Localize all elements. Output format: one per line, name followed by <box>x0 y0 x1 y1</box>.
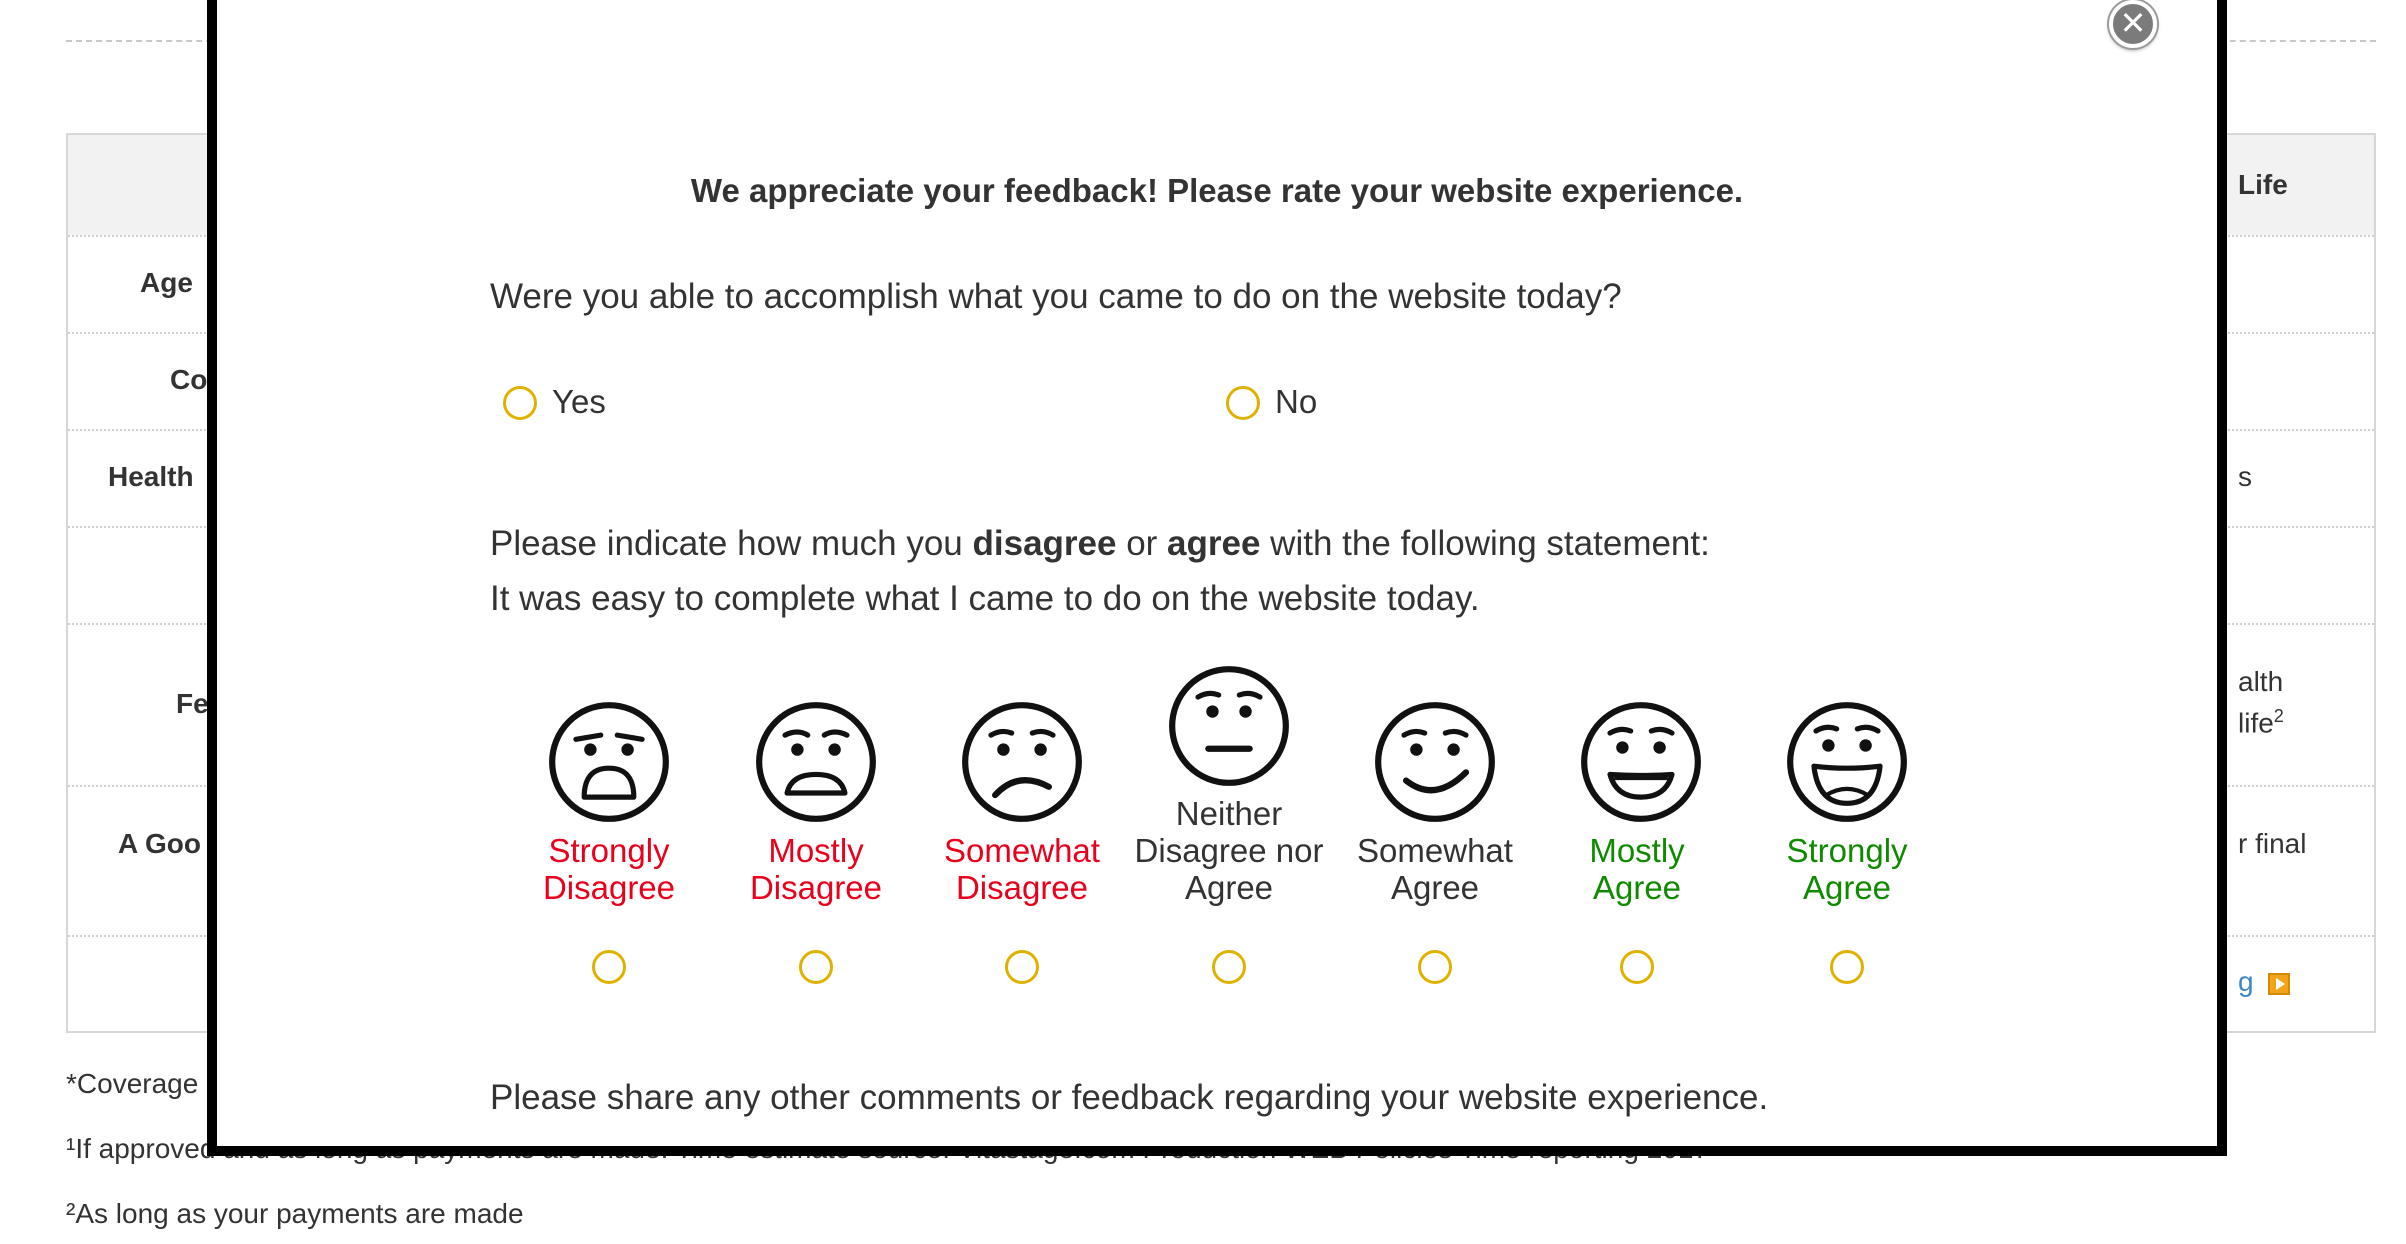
radio-mostly-agree[interactable] <box>1620 950 1654 984</box>
cell-text: s <box>2238 461 2252 492</box>
question-accomplish: Were you able to accomplish what you cam… <box>490 277 1622 316</box>
question-comments: Please share any other comments or feedb… <box>490 1078 1769 1117</box>
play-icon <box>2267 972 2290 995</box>
radio-yes[interactable] <box>503 386 537 420</box>
sad-face-icon <box>754 700 878 824</box>
feedback-modal: We appreciate your feedback! Please rate… <box>207 0 2227 1156</box>
radio-mostly-disagree[interactable] <box>799 950 833 984</box>
radio-somewhat-disagree[interactable] <box>1005 950 1039 984</box>
header-label-life: Life <box>2238 169 2288 200</box>
scale-label-mostly-agree: Mostly Agree <box>1589 832 1685 906</box>
cell-text: alth <box>2238 666 2284 697</box>
scale-label-mostly-disagree: Mostly Disagree <box>749 832 883 906</box>
option-yes-label: Yes <box>552 383 606 420</box>
row-label-fe: Fe <box>176 688 209 719</box>
scale-label-somewhat-agree: Somewhat Agree <box>1357 832 1513 906</box>
radio-somewhat-agree[interactable] <box>1418 950 1452 984</box>
question-agreement: Please indicate how much you disagree or… <box>490 524 1710 563</box>
row-label-age: Age <box>140 267 193 298</box>
very-sad-face-icon <box>547 700 671 824</box>
option-no-label: No <box>1275 383 1318 420</box>
row-label-a-good: A Goo <box>118 828 201 859</box>
slightly-sad-face-icon <box>960 700 1084 824</box>
row-label-health: Health <box>108 461 194 492</box>
slightly-smile-face-icon <box>1373 700 1497 824</box>
close-icon[interactable]: ✕ <box>2109 0 2157 48</box>
scale-label-strongly-agree: Strongly Agree <box>1786 832 1908 906</box>
footnote-payments: ²As long as your payments are made <box>66 1198 524 1229</box>
radio-no[interactable] <box>1226 386 1260 420</box>
statement-text: It was easy to complete what I came to d… <box>490 579 1480 618</box>
row-label-co: Co <box>170 364 208 395</box>
radio-neither[interactable] <box>1212 950 1246 984</box>
footnote-coverage: *Coverage <box>66 1068 199 1099</box>
scale-label-neither: Neither Disagree nor Agree <box>1134 795 1324 906</box>
big-smile-face-icon <box>1785 700 1909 824</box>
scale-label-somewhat-disagree: Somewhat Disagree <box>944 832 1100 906</box>
cell-text: r final <box>2238 828 2307 859</box>
neutral-face-icon <box>1167 664 1291 788</box>
radio-strongly-agree[interactable] <box>1830 950 1864 984</box>
modal-title: We appreciate your feedback! Please rate… <box>690 172 1744 209</box>
smile-face-icon <box>1579 700 1703 824</box>
radio-strongly-disagree[interactable] <box>592 950 626 984</box>
cell-text: life2 <box>2238 706 2284 739</box>
cell-link[interactable]: g <box>2238 966 2290 998</box>
scale-label-strongly-disagree: Strongly Disagree <box>542 832 676 906</box>
